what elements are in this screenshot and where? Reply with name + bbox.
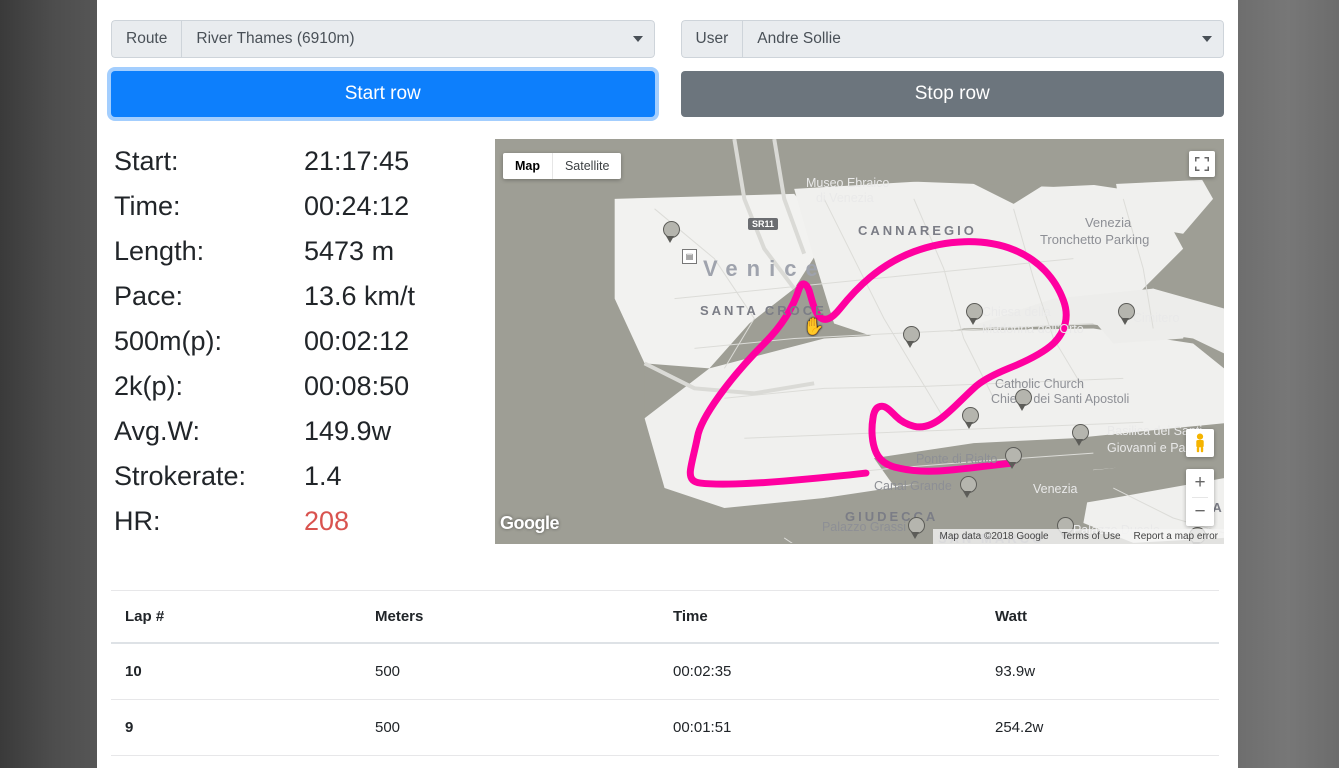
- chevron-down-icon: [1202, 36, 1212, 42]
- lap-table-head: Lap # Meters Time Watt: [111, 591, 1219, 644]
- google-logo: Google: [500, 513, 559, 534]
- cell-time: 00:02:35: [659, 643, 981, 700]
- stop-row-button[interactable]: Stop row: [681, 71, 1225, 117]
- stat-row: Strokerate:1.4: [114, 454, 495, 499]
- lap-table: Lap # Meters Time Watt 1050000:02:3593.9…: [111, 590, 1219, 756]
- map-poi-pin[interactable]: [663, 221, 678, 241]
- user-input-group[interactable]: User Andre Sollie: [681, 20, 1225, 58]
- user-selected-value: Andre Sollie: [757, 30, 841, 48]
- stat-label: Start:: [114, 139, 304, 184]
- map-tiles: [495, 139, 1224, 543]
- stat-row: HR:208: [114, 499, 495, 544]
- stat-label: HR:: [114, 499, 304, 544]
- map-type-map-button[interactable]: Map: [503, 153, 553, 179]
- route-map[interactable]: VeneziaTronchetto ParkingVeniceSANTA CRO…: [495, 139, 1224, 544]
- map-poi-pin[interactable]: [908, 517, 923, 537]
- stat-value: 21:17:45: [304, 139, 495, 184]
- route-select[interactable]: River Thames (6910m): [181, 20, 654, 58]
- user-select[interactable]: Andre Sollie: [742, 20, 1224, 58]
- street-view-pegman-icon[interactable]: [1186, 429, 1214, 457]
- map-poi-pin[interactable]: [1005, 447, 1020, 467]
- map-poi-pin[interactable]: [1015, 389, 1030, 409]
- stat-value: 00:24:12: [304, 184, 495, 229]
- table-row: 1050000:02:3593.9w: [111, 643, 1219, 700]
- map-type-satellite-button[interactable]: Satellite: [553, 153, 621, 179]
- map-poi-pin[interactable]: [962, 407, 977, 427]
- stat-value: 5473 m: [304, 229, 495, 274]
- controls-row: Route River Thames (6910m) Start row Use…: [111, 0, 1224, 117]
- column-header-lap: Lap #: [111, 591, 361, 644]
- user-column: User Andre Sollie Stop row: [681, 20, 1225, 117]
- route-column: Route River Thames (6910m) Start row: [111, 20, 655, 117]
- map-label: SR11: [748, 218, 778, 230]
- map-zoom-control[interactable]: + −: [1186, 469, 1214, 526]
- terms-of-use-link[interactable]: Terms of Use: [1062, 531, 1121, 542]
- desktop-backdrop-right: [1238, 0, 1339, 768]
- stat-row: Pace:13.6 km/t: [114, 274, 495, 319]
- chevron-down-icon: [633, 36, 643, 42]
- lap-table-header-row: Lap # Meters Time Watt: [111, 591, 1219, 644]
- map-poi-pin[interactable]: [1118, 303, 1133, 323]
- cell-watt: 254.2w: [981, 700, 1219, 756]
- fullscreen-icon[interactable]: [1189, 151, 1215, 177]
- cell-lap: 10: [111, 643, 361, 700]
- lap-table-body: 1050000:02:3593.9w950000:01:51254.2w: [111, 643, 1219, 756]
- user-label: User: [681, 20, 743, 58]
- column-header-time: Time: [659, 591, 981, 644]
- stat-value: 00:08:50: [304, 364, 495, 409]
- stat-value: 13.6 km/t: [304, 274, 495, 319]
- route-selected-value: River Thames (6910m): [196, 30, 354, 48]
- stat-label: Strokerate:: [114, 454, 304, 499]
- stat-value: 208: [304, 499, 495, 544]
- table-row: 950000:01:51254.2w: [111, 700, 1219, 756]
- map-poi-pin[interactable]: [966, 303, 981, 323]
- middle-row: Start:21:17:45Time:00:24:12Length:5473 m…: [111, 139, 1224, 544]
- stat-label: Pace:: [114, 274, 304, 319]
- cell-time: 00:01:51: [659, 700, 981, 756]
- stat-label: 500m(p):: [114, 319, 304, 364]
- transit-station-icon[interactable]: ▤: [682, 249, 697, 264]
- app-page: Route River Thames (6910m) Start row Use…: [97, 0, 1238, 768]
- map-poi-pin[interactable]: [960, 476, 975, 496]
- map-grab-cursor: ✋: [803, 317, 824, 337]
- map-poi-pin[interactable]: [1072, 424, 1087, 444]
- report-map-error-link[interactable]: Report a map error: [1134, 531, 1218, 542]
- stat-value: 00:02:12: [304, 319, 495, 364]
- stat-row: 2k(p):00:08:50: [114, 364, 495, 409]
- zoom-in-button[interactable]: +: [1186, 469, 1214, 497]
- cell-meters: 500: [361, 700, 659, 756]
- stat-row: Length:5473 m: [114, 229, 495, 274]
- stat-row: Avg.W:149.9w: [114, 409, 495, 454]
- stat-label: Time:: [114, 184, 304, 229]
- content-container: Route River Thames (6910m) Start row Use…: [111, 0, 1224, 756]
- stat-value: 1.4: [304, 454, 495, 499]
- stat-row: Time:00:24:12: [114, 184, 495, 229]
- stat-label: Length:: [114, 229, 304, 274]
- cell-lap: 9: [111, 700, 361, 756]
- map-data-credit: Map data ©2018 Google: [939, 531, 1048, 542]
- stat-label: Avg.W:: [114, 409, 304, 454]
- stat-label: 2k(p):: [114, 364, 304, 409]
- stat-row: Start:21:17:45: [114, 139, 495, 184]
- start-row-button[interactable]: Start row: [111, 71, 655, 117]
- route-input-group[interactable]: Route River Thames (6910m): [111, 20, 655, 58]
- cell-meters: 500: [361, 643, 659, 700]
- column-header-meters: Meters: [361, 591, 659, 644]
- zoom-out-button[interactable]: −: [1186, 498, 1214, 526]
- stat-row: 500m(p):00:02:12: [114, 319, 495, 364]
- map-attribution-bar: Map data ©2018 Google Terms of Use Repor…: [933, 529, 1224, 544]
- cell-watt: 93.9w: [981, 643, 1219, 700]
- workout-stats-panel: Start:21:17:45Time:00:24:12Length:5473 m…: [111, 139, 495, 544]
- map-poi-pin[interactable]: [903, 326, 918, 346]
- stat-value: 149.9w: [304, 409, 495, 454]
- desktop-backdrop-left: [0, 0, 97, 768]
- route-label: Route: [111, 20, 181, 58]
- column-header-watt: Watt: [981, 591, 1219, 644]
- map-type-control[interactable]: Map Satellite: [503, 153, 621, 179]
